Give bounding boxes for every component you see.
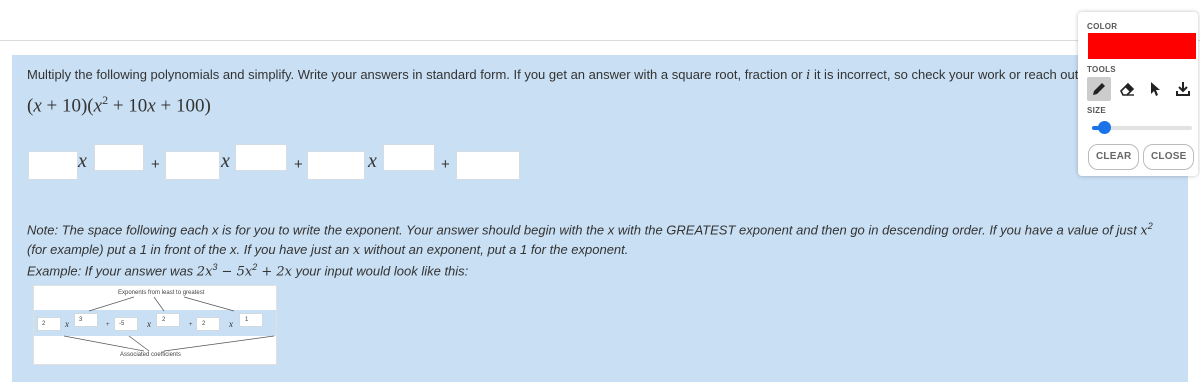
eraser-icon[interactable]	[1115, 77, 1139, 101]
example-trail: your input would look like this:	[291, 263, 469, 279]
close-button[interactable]: CLOSE	[1143, 144, 1195, 170]
size-label: SIZE	[1087, 106, 1106, 115]
size-slider-handle[interactable]	[1098, 121, 1111, 134]
clear-button[interactable]: CLEAR	[1088, 144, 1140, 170]
question-instructions: Multiply the following polynomials and s…	[27, 67, 1086, 83]
color-label: COLOR	[1087, 22, 1118, 31]
expr-part: + 10	[108, 95, 148, 117]
expr-var: x	[33, 95, 42, 117]
note-part: (for example) put a 1 in front of the x.…	[27, 242, 353, 258]
example-bottom-label: Associated coefficients	[120, 352, 181, 358]
plus-sign: +	[441, 156, 450, 173]
note-text: Note: The space following each x is for …	[27, 217, 1157, 260]
color-swatch[interactable]	[1088, 33, 1196, 59]
example-image: Exponents from least to greatest 2 x 3 +…	[33, 285, 277, 365]
plus-sign: +	[151, 156, 160, 173]
expr-part: + 10)(	[41, 95, 94, 117]
exponent-input-1[interactable]	[94, 144, 144, 171]
variable-x: x	[221, 150, 230, 172]
question-panel: Multiply the following polynomials and s…	[12, 55, 1188, 382]
drawing-toolbar: COLOR TOOLS SIZE CLEAR CLOSE	[1078, 12, 1198, 176]
expr-var: x	[147, 95, 156, 117]
note-exponent: 2	[1147, 221, 1153, 231]
pencil-icon[interactable]	[1087, 77, 1111, 101]
note-part: Note: The space following each x is for …	[27, 222, 1141, 238]
plus-sign: +	[294, 156, 303, 173]
exponent-input-3[interactable]	[383, 144, 435, 171]
polynomial-expression: (x + 10)(x2 + 10x + 100)	[27, 93, 211, 117]
coefficient-input-3[interactable]	[307, 151, 365, 180]
example-math: 2x	[196, 264, 213, 280]
coefficient-input-4[interactable]	[456, 151, 520, 180]
example-math: + 2x	[257, 264, 292, 280]
header-divider	[0, 40, 1200, 41]
expr-part: + 100)	[155, 95, 211, 117]
note-x: x	[1140, 223, 1148, 239]
example-text: Example: If your answer was 2x3 − 5x2 + …	[27, 262, 468, 279]
pointer-icon[interactable]	[1143, 77, 1167, 101]
download-icon[interactable]	[1171, 77, 1195, 101]
example-math: − 5x	[217, 264, 253, 280]
tools-label: TOOLS	[1087, 65, 1116, 74]
exponent-input-2[interactable]	[235, 144, 287, 171]
expr-var: x	[93, 95, 103, 117]
instructions-tail: it is incorrect, so check your work or r…	[810, 67, 1086, 82]
example-lead: Example: If your answer was	[27, 263, 197, 279]
note-part: without an exponent, put a 1 for the exp…	[360, 242, 629, 258]
coefficient-input-2[interactable]	[165, 151, 220, 180]
coefficient-input-1[interactable]	[28, 151, 78, 180]
tool-row	[1087, 77, 1195, 101]
variable-x: x	[368, 150, 377, 172]
instructions-text: Multiply the following polynomials and s…	[27, 67, 807, 82]
variable-x: x	[78, 150, 87, 172]
